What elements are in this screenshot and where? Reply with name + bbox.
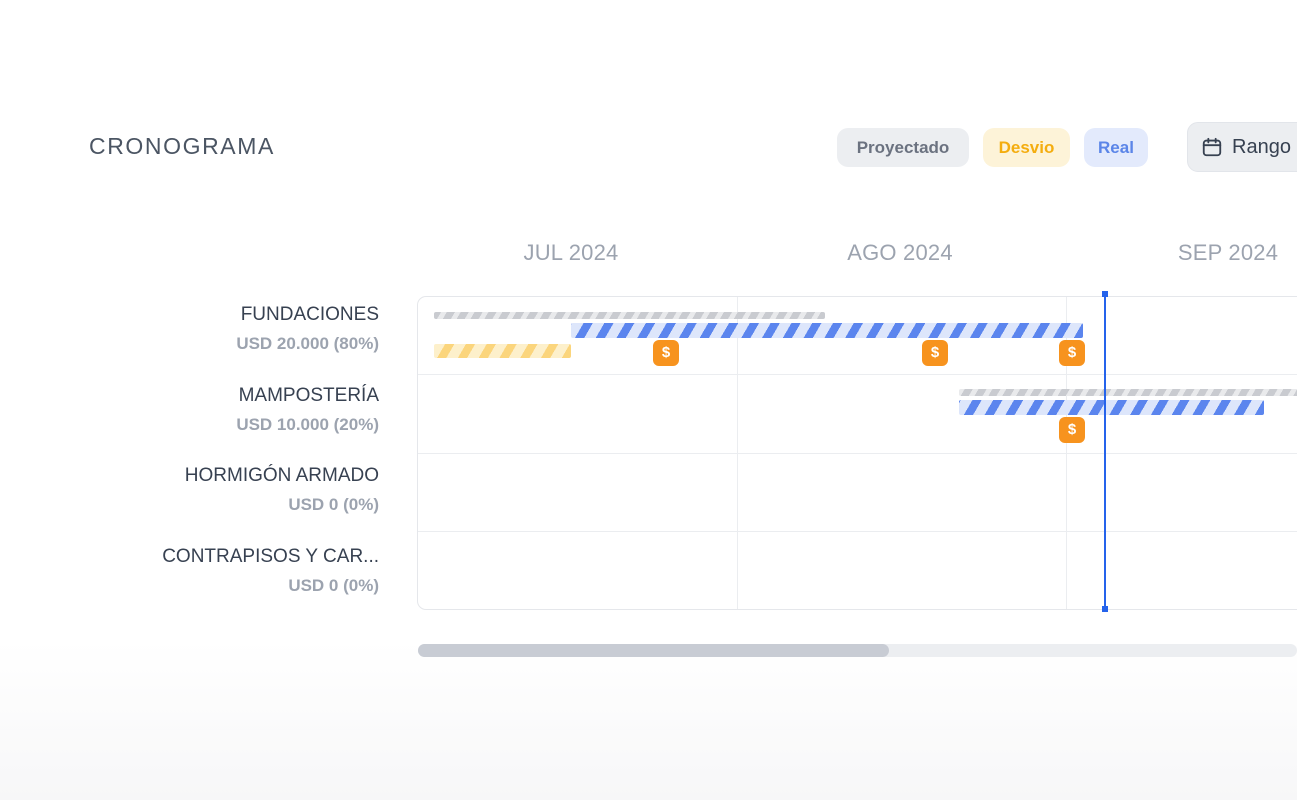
task-name: HORMIGÓN ARMADO <box>184 465 379 486</box>
task-amount: USD 0 (0%) <box>288 576 379 595</box>
task-amount: USD 10.000 (20%) <box>236 415 379 434</box>
task-amount: USD 20.000 (80%) <box>236 334 379 353</box>
row-divider <box>418 374 1297 375</box>
month-label: SEP 2024 <box>1177 240 1279 265</box>
month-label: AGO 2024 <box>847 240 953 265</box>
date-range-label: Rango <box>1232 135 1291 158</box>
dollar-icon[interactable]: $ <box>922 340 948 366</box>
scrollbar-thumb[interactable] <box>418 644 889 657</box>
row-divider <box>418 531 1297 532</box>
dollar-icon[interactable]: $ <box>1059 340 1085 366</box>
month-divider <box>737 297 738 609</box>
task-name: FUNDACIONES <box>240 304 379 325</box>
row-divider <box>418 453 1297 454</box>
dollar-icon[interactable]: $ <box>653 340 679 366</box>
real-bar-mamposteria[interactable] <box>959 400 1264 415</box>
task-name: CONTRAPISOS Y CAR... <box>162 546 379 567</box>
legend-real[interactable]: Real <box>1084 128 1148 167</box>
legend-projected[interactable]: Proyectado <box>837 128 969 167</box>
task-name: MAMPOSTERÍA <box>238 385 379 406</box>
real-bar-fundaciones[interactable] <box>571 323 1083 338</box>
today-line-handle <box>1102 291 1108 297</box>
deviation-bar-fundaciones[interactable] <box>434 344 571 358</box>
today-line-handle <box>1102 606 1108 612</box>
horizontal-scrollbar[interactable] <box>418 644 1297 657</box>
page-title: CRONOGRAMA <box>89 133 275 159</box>
date-range-button[interactable]: Rango <box>1187 122 1297 172</box>
projected-bar-fundaciones[interactable] <box>434 312 825 319</box>
month-label: JUL 2024 <box>523 240 619 265</box>
gantt-grid <box>417 296 1297 610</box>
legend-deviation[interactable]: Desvio <box>983 128 1070 167</box>
task-amount: USD 0 (0%) <box>288 495 379 514</box>
today-line <box>1104 293 1106 610</box>
projected-bar-mamposteria[interactable] <box>959 389 1297 396</box>
dollar-icon[interactable]: $ <box>1059 417 1085 443</box>
calendar-icon <box>1202 137 1222 157</box>
